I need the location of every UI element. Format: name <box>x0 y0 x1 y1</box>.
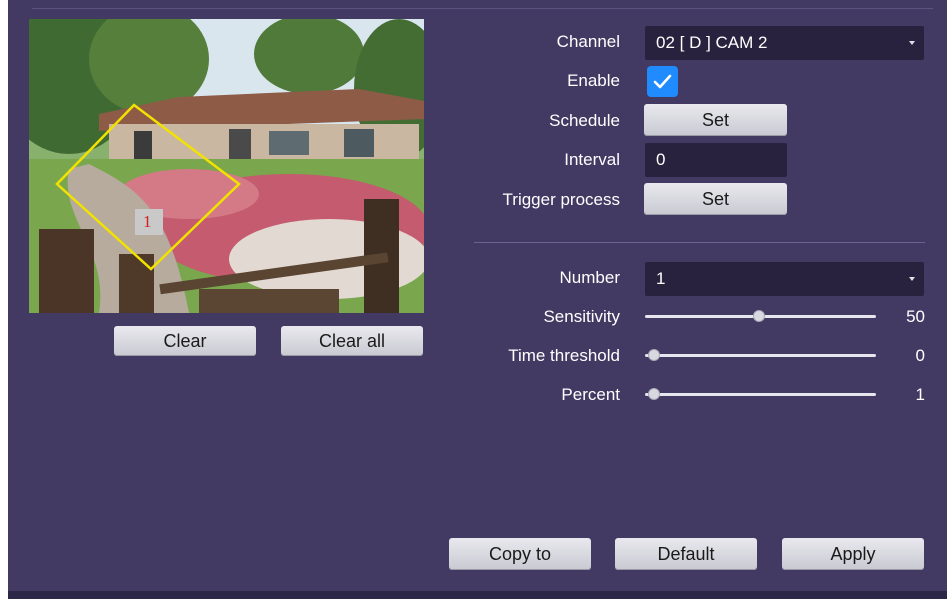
percent-value: 1 <box>915 385 925 404</box>
sensitivity-value: 50 <box>906 307 925 326</box>
number-select-value: 1 <box>656 269 666 288</box>
channel-select[interactable]: 02 [ D ] CAM 2 <box>645 26 924 60</box>
apply-button[interactable]: Apply <box>782 538 924 570</box>
trigger-process-set-button[interactable]: Set <box>644 183 787 215</box>
interval-input[interactable]: 0 <box>645 143 787 177</box>
schedule-label: Schedule <box>549 111 620 130</box>
number-label: Number <box>559 268 620 287</box>
default-button[interactable]: Default <box>615 538 757 570</box>
camera-preview[interactable]: 1 <box>29 19 424 313</box>
time-threshold-value: 0 <box>915 346 925 365</box>
copy-to-button[interactable]: Copy to <box>449 538 591 570</box>
chevron-down-icon <box>909 277 915 281</box>
top-divider <box>32 8 933 9</box>
clear-button[interactable]: Clear <box>114 326 256 356</box>
interval-label: Interval <box>564 150 620 169</box>
region-number-label: 1 <box>143 212 152 231</box>
number-select[interactable]: 1 <box>645 262 924 296</box>
clear-all-button[interactable]: Clear all <box>281 326 423 356</box>
schedule-set-button[interactable]: Set <box>644 104 787 136</box>
enable-label: Enable <box>567 71 620 90</box>
chevron-down-icon <box>909 41 915 45</box>
section-divider <box>474 242 925 243</box>
checkmark-icon <box>653 74 672 89</box>
channel-label: Channel <box>556 32 620 51</box>
percent-label: Percent <box>561 385 620 404</box>
enable-checkbox[interactable] <box>647 66 678 97</box>
trigger-process-label: Trigger process <box>502 190 620 209</box>
motion-detect-panel: 1 Clear Clear all Channel 02 [ D ] CAM 2… <box>8 0 947 599</box>
time-threshold-slider-knob[interactable] <box>648 349 660 361</box>
time-threshold-slider-track[interactable] <box>645 354 876 357</box>
sensitivity-slider-knob[interactable] <box>753 310 765 322</box>
camera-scene <box>29 19 424 313</box>
time-threshold-label: Time threshold <box>508 346 620 365</box>
percent-slider-knob[interactable] <box>648 388 660 400</box>
percent-slider-track[interactable] <box>645 393 876 396</box>
sensitivity-label: Sensitivity <box>543 307 620 326</box>
channel-select-value: 02 [ D ] CAM 2 <box>656 33 768 52</box>
